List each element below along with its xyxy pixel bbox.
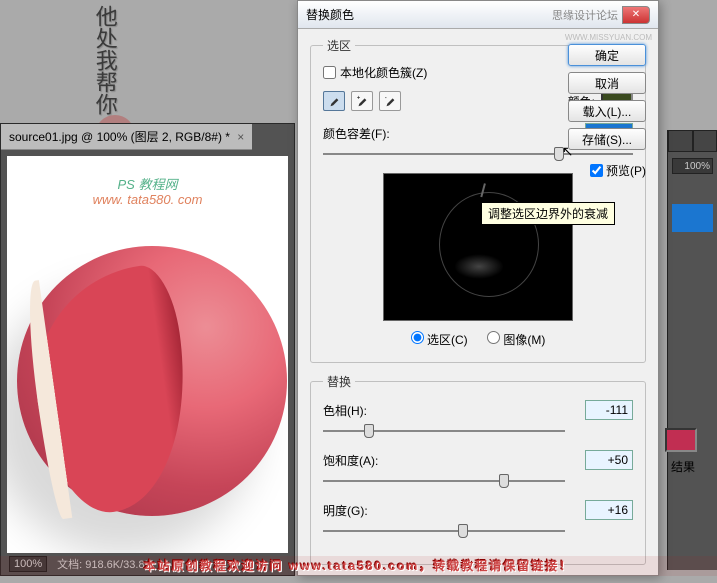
ok-button[interactable]: 确定: [568, 44, 646, 66]
panel-zoom-field[interactable]: 100%: [672, 158, 713, 174]
decorative-calligraphy: 他处我帮你: [95, 5, 115, 115]
eyedropper-add-tool[interactable]: +: [351, 91, 373, 111]
panel-tab[interactable]: [693, 130, 717, 152]
forum-text: 思缘设计论坛: [552, 7, 618, 23]
selection-legend: 选区: [323, 37, 355, 54]
localized-checkbox[interactable]: [323, 66, 336, 79]
eyedropper-subtract-tool[interactable]: -: [379, 91, 401, 111]
localized-label: 本地化颜色簇(Z): [340, 64, 427, 81]
close-icon[interactable]: ×: [237, 130, 244, 144]
lightness-slider[interactable]: [323, 522, 565, 540]
dialog-titlebar[interactable]: 替换颜色 思缘设计论坛 ✕: [298, 1, 658, 29]
hue-label: 色相(H):: [323, 402, 585, 419]
watermark-text: PS 教程网: [118, 174, 178, 193]
replace-group: 替换 色相(H): 饱和度(A): 明度(G):: [310, 373, 646, 565]
saturation-label: 饱和度(A):: [323, 452, 585, 469]
dialog-title: 替换颜色: [306, 6, 354, 23]
save-button[interactable]: 存储(S)...: [568, 128, 646, 150]
dialog-button-column: 确定 取消 载入(L)... 存储(S)... 预览(P): [568, 44, 646, 179]
cancel-button[interactable]: 取消: [568, 72, 646, 94]
document-window: source01.jpg @ 100% (图层 2, RGB/8#) * × P…: [0, 123, 295, 576]
saturation-input[interactable]: [585, 450, 633, 470]
eyedropper-tool[interactable]: [323, 91, 345, 111]
radio-image[interactable]: 图像(M): [487, 333, 545, 347]
document-tab-label: source01.jpg @ 100% (图层 2, RGB/8#) *: [9, 130, 230, 144]
fuzziness-label: 颜色容差(F):: [323, 125, 585, 142]
close-button[interactable]: ✕: [622, 6, 650, 24]
selection-preview[interactable]: [383, 173, 573, 321]
svg-text:-: -: [385, 94, 387, 101]
watermark-url: www. tata580. com: [93, 192, 203, 207]
document-tab[interactable]: source01.jpg @ 100% (图层 2, RGB/8#) * ×: [1, 124, 252, 150]
apple-image: [7, 226, 288, 536]
hue-input[interactable]: [585, 400, 633, 420]
preview-checkbox[interactable]: 预览(P): [568, 162, 646, 179]
hue-slider[interactable]: [323, 422, 565, 440]
saturation-slider[interactable]: [323, 472, 565, 490]
lightness-label: 明度(G):: [323, 502, 585, 519]
lightness-input[interactable]: [585, 500, 633, 520]
result-color-swatch[interactable]: [665, 428, 697, 452]
right-panel: 100%: [667, 130, 717, 570]
radio-selection[interactable]: 选区(C): [411, 333, 468, 347]
footer-watermark: 本站原创教程欢迎访问 www.tata580.com，转载教程请保留链接！: [0, 556, 717, 576]
load-button[interactable]: 载入(L)...: [568, 100, 646, 122]
tooltip: 调整选区边界外的衰减: [481, 202, 615, 225]
result-label: 结果: [671, 458, 695, 475]
layer-highlight[interactable]: [672, 204, 713, 232]
canvas[interactable]: PS 教程网 www. tata580. com: [7, 156, 288, 556]
svg-text:+: +: [357, 94, 361, 101]
replace-legend: 替换: [323, 373, 355, 390]
panel-tab[interactable]: [668, 130, 693, 152]
